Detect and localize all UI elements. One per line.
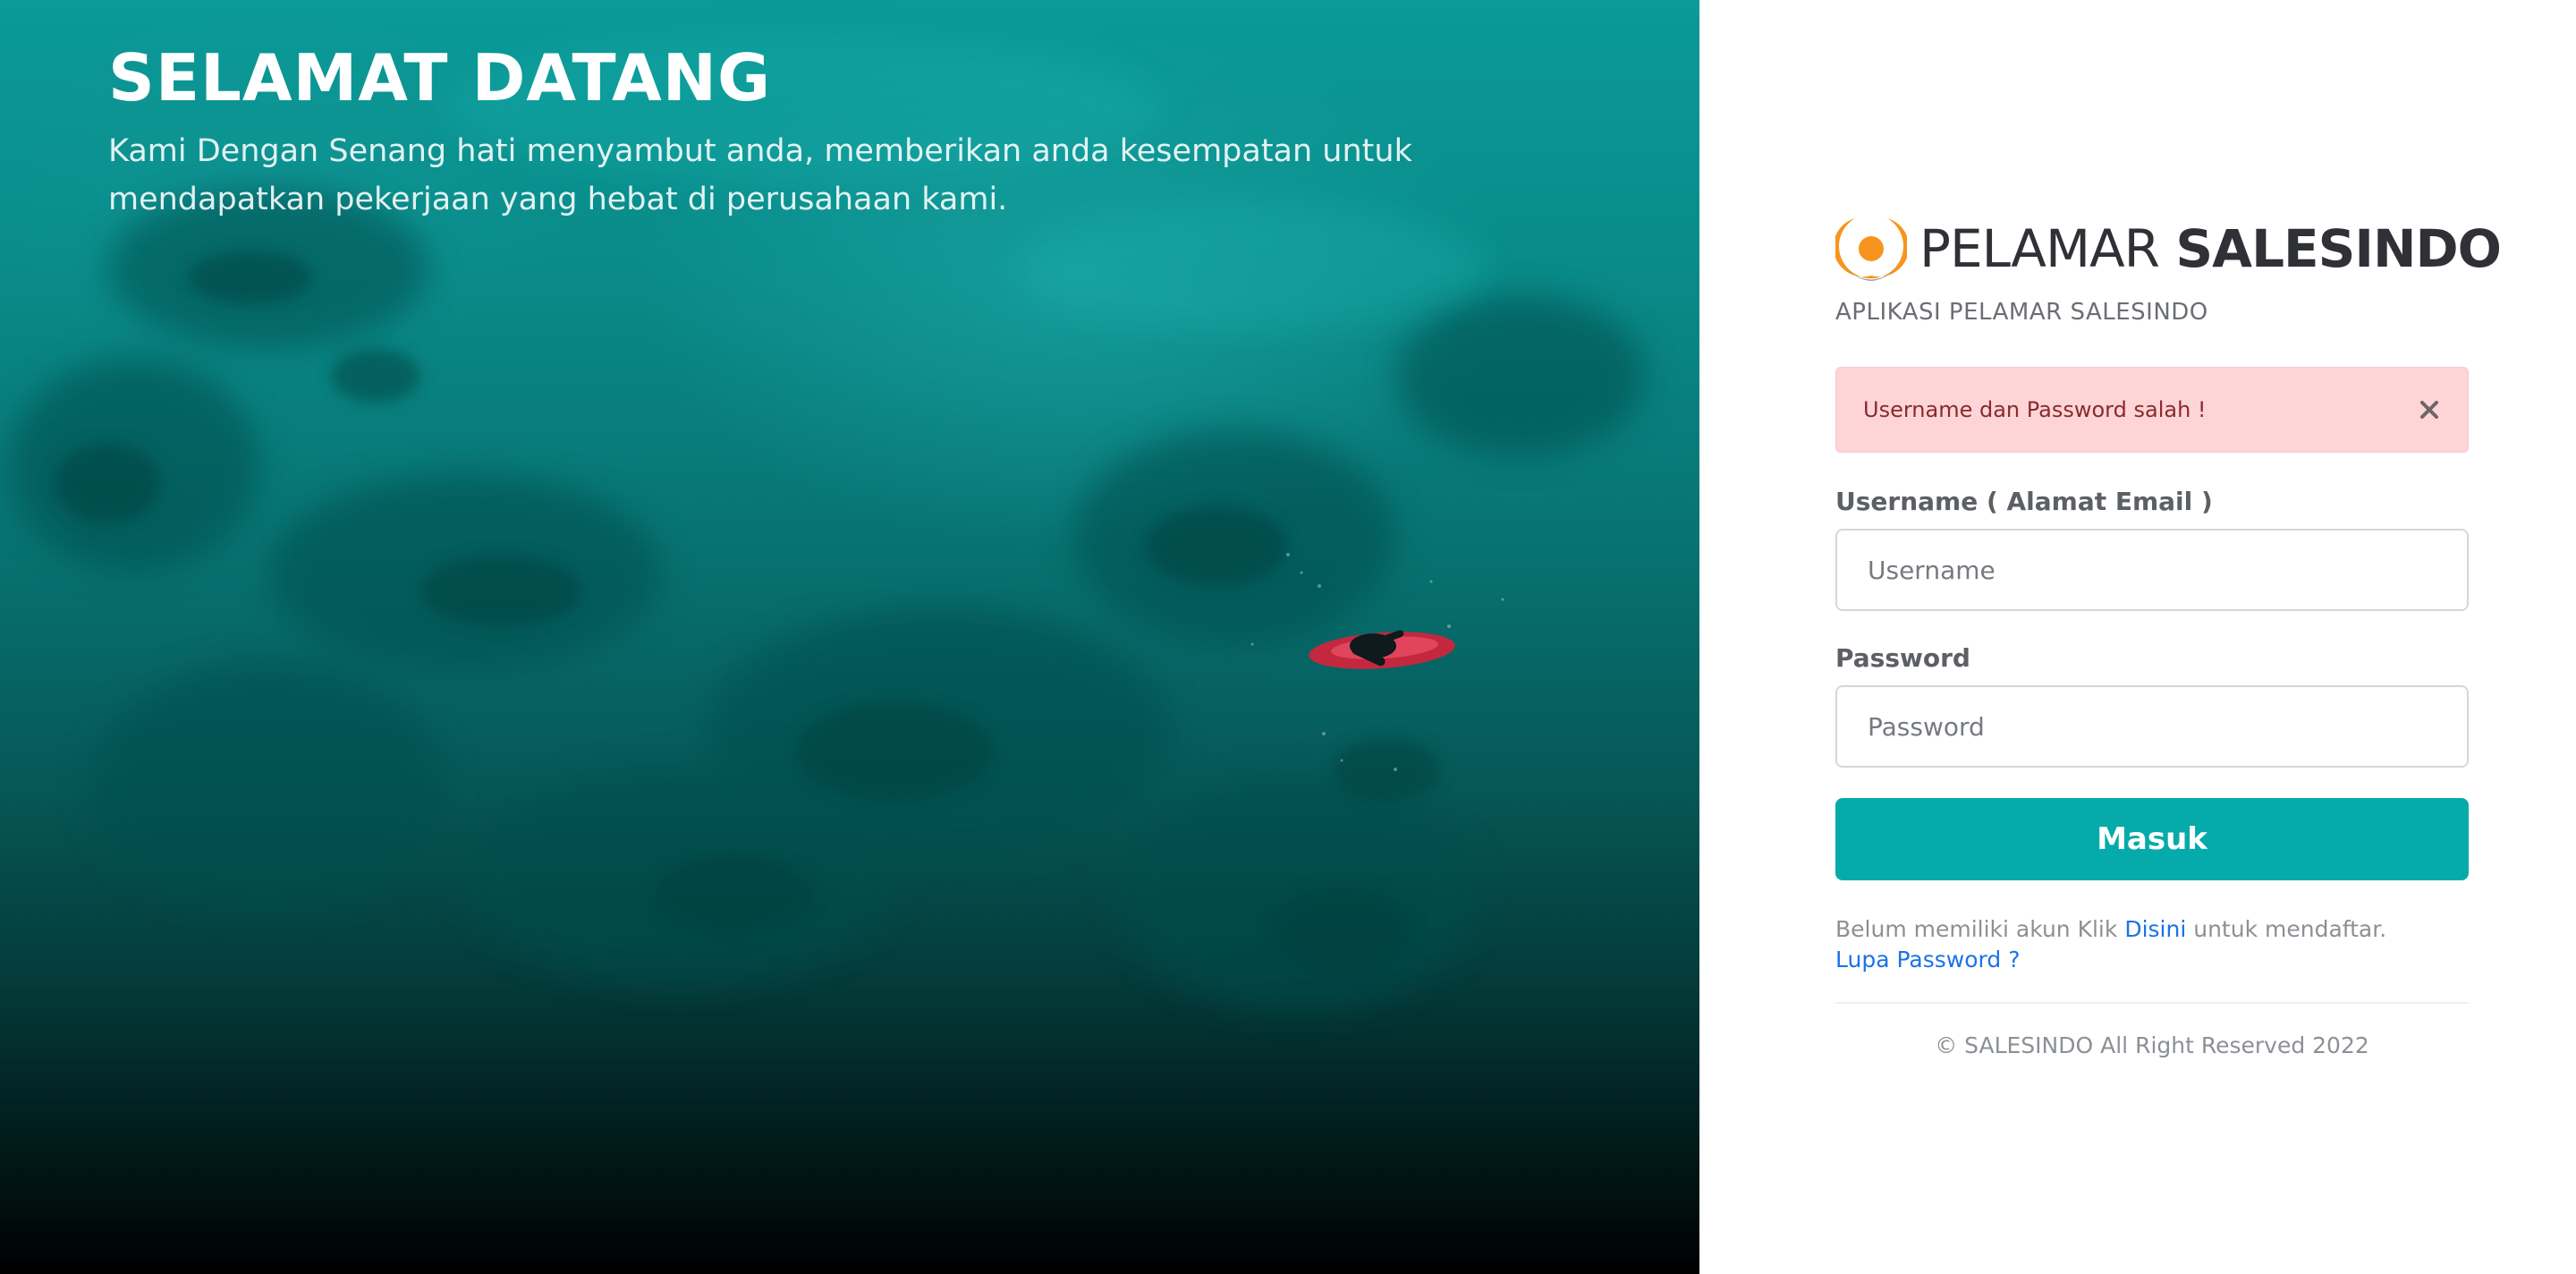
register-prefix-text: Belum memiliki akun Klik [1835, 916, 2118, 942]
footer-divider [1835, 1002, 2469, 1004]
login-button[interactable]: Masuk [1835, 798, 2469, 880]
error-alert: Username dan Password salah ! [1835, 367, 2469, 453]
alert-message: Username dan Password salah ! [1863, 397, 2207, 422]
username-input[interactable] [1835, 529, 2469, 611]
brand-name-light: PELAMAR [1919, 218, 2160, 279]
surfer-graphic [1309, 630, 1455, 669]
hero-subtitle: Kami Dengan Senang hati menyambut anda, … [108, 133, 1412, 217]
password-input[interactable] [1835, 685, 2469, 768]
forgot-password-link[interactable]: Lupa Password ? [1835, 947, 2020, 972]
login-panel: PELAMAR SALESINDO APLIKASI PELAMAR SALES… [1699, 0, 2576, 1274]
brand-name-bold: SALESINDO [2175, 218, 2502, 279]
hero-title: SELAMAT DATANG [108, 40, 772, 115]
password-label: Password [1835, 643, 1970, 673]
helper-links: Belum memiliki akun Klik Disini untuk me… [1835, 914, 2469, 975]
close-icon[interactable] [2416, 396, 2443, 423]
brand-name: PELAMAR SALESINDO [1919, 211, 2502, 286]
brand-subtitle: APLIKASI PELAMAR SALESINDO [1835, 299, 2208, 326]
username-label: Username ( Alamat Email ) [1835, 487, 2213, 516]
register-line: Belum memiliki akun Klik Disini untuk me… [1835, 914, 2469, 945]
register-suffix-text: untuk mendaftar. [2193, 916, 2387, 942]
copyright-footer: © SALESINDO All Right Reserved 2022 [1935, 1032, 2369, 1058]
login-page: SELAMAT DATANG Kami Dengan Senang hati m… [0, 0, 2576, 1274]
orange-ring-logo-icon [1835, 218, 1907, 281]
register-link[interactable]: Disini [2124, 916, 2186, 942]
brand-header: PELAMAR SALESINDO [1835, 211, 2502, 286]
login-form: PELAMAR SALESINDO APLIKASI PELAMAR SALES… [1835, 211, 2502, 1058]
forgot-line: Lupa Password ? [1835, 945, 2469, 975]
hero-panel: SELAMAT DATANG Kami Dengan Senang hati m… [0, 0, 1699, 1274]
